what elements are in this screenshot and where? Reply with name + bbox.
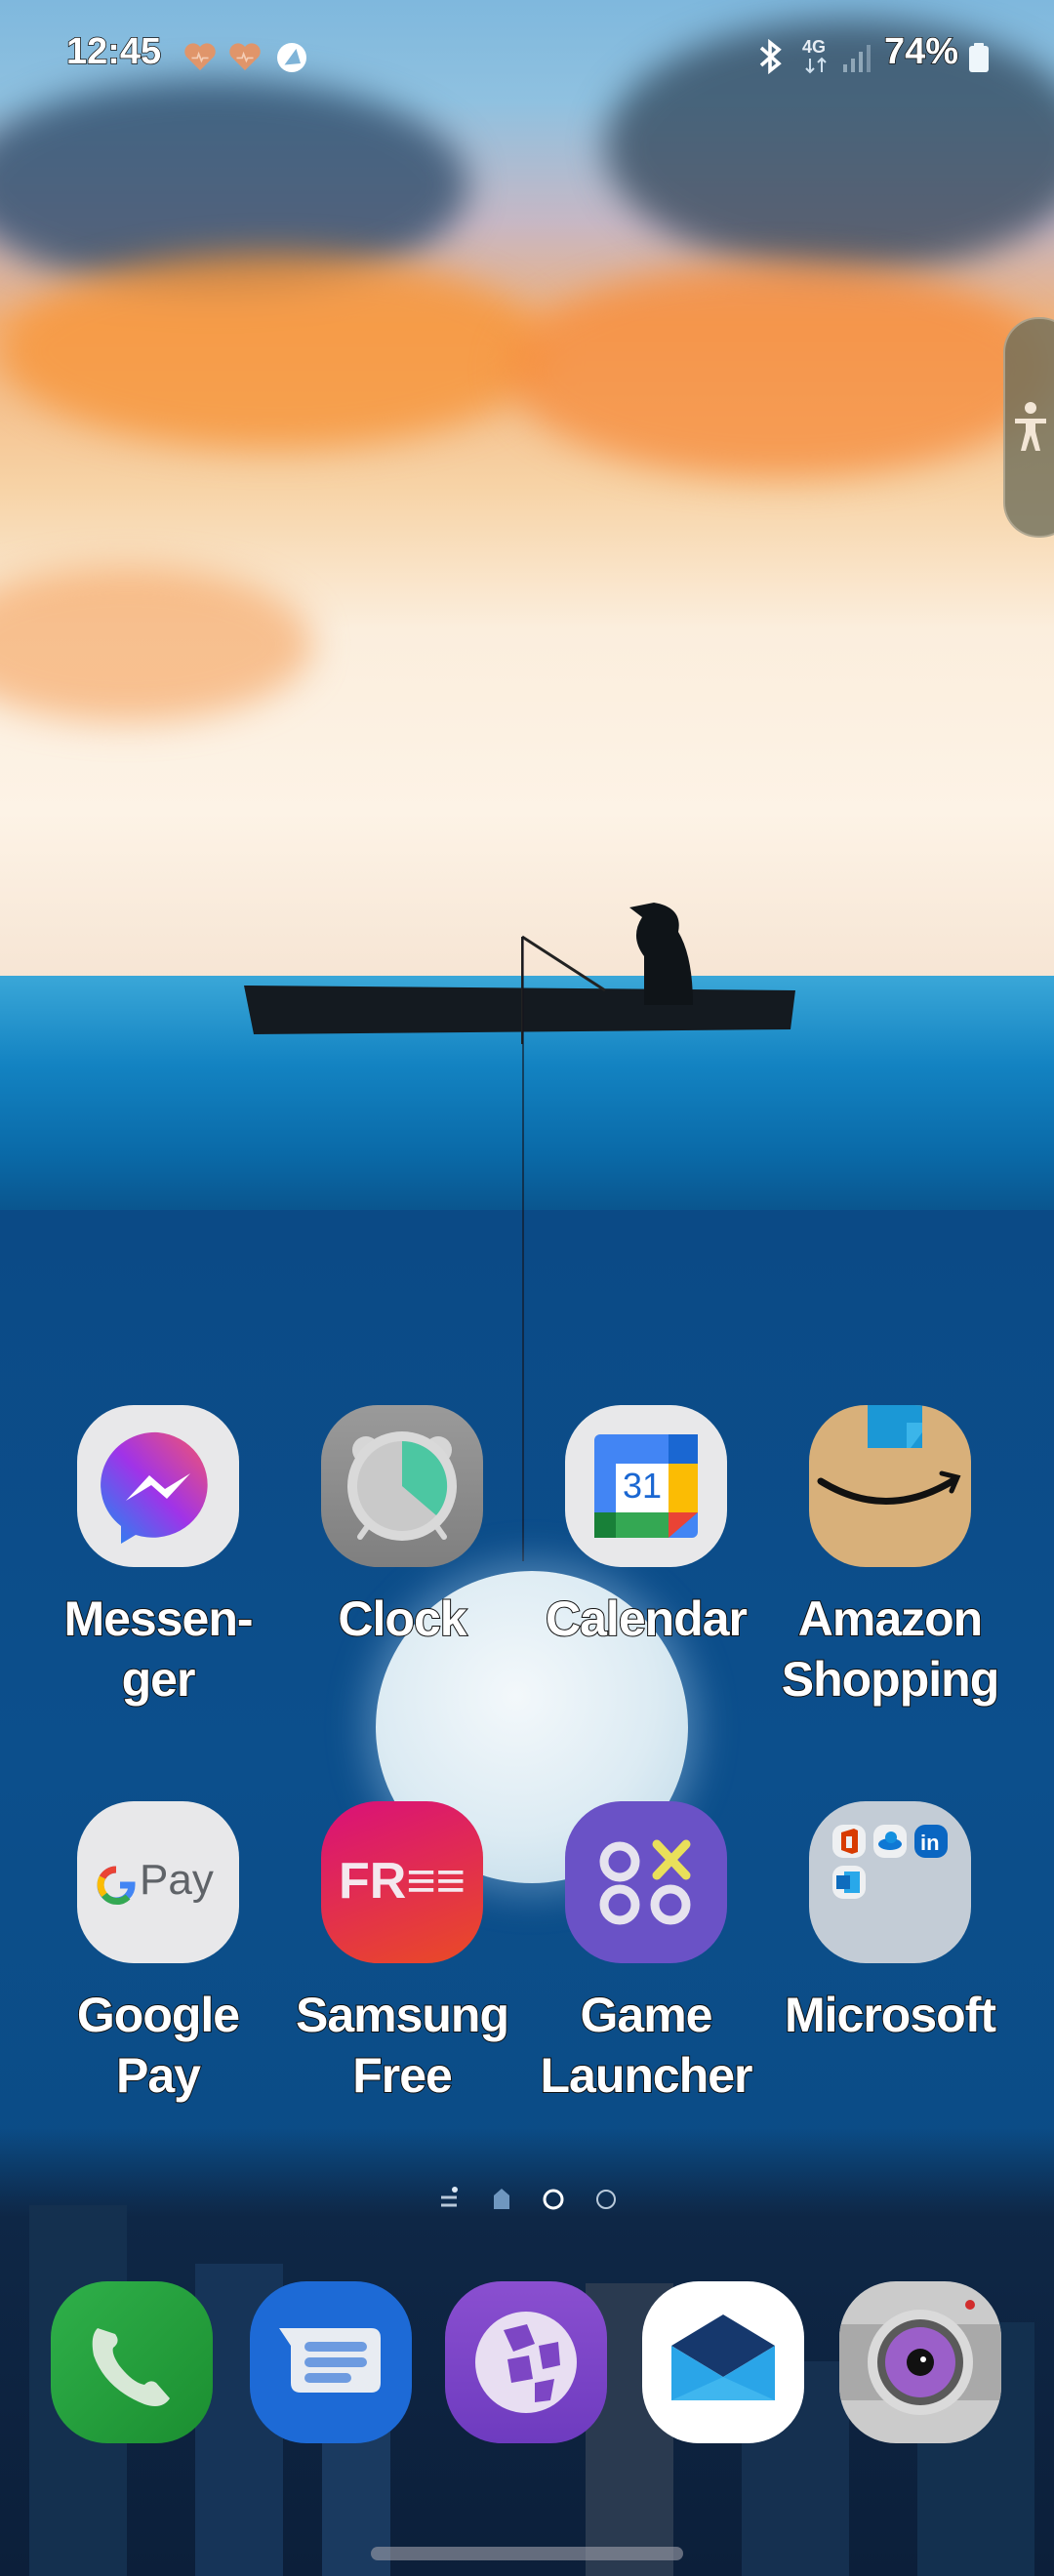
app-label: Game	[580, 1987, 714, 2043]
feed-page-indicator[interactable]	[441, 2187, 458, 2207]
app-messenger[interactable]: Messen-ger	[36, 1405, 280, 1710]
app-samsung-free[interactable]: FR≡≡ Samsung Free	[280, 1801, 524, 2106]
app-amazon-shopping[interactable]: Amazon Shopping	[768, 1405, 1012, 1710]
gpay-text: Pay	[140, 1856, 214, 1904]
page-indicator[interactable]	[429, 2174, 625, 2213]
app-notification-icon	[277, 43, 306, 72]
app-label: Microsoft	[784, 1987, 997, 2043]
app-label-line2: Pay	[115, 2047, 202, 2104]
samsung-free-icon: FR≡≡	[321, 1801, 483, 1963]
app-calendar[interactable]: 31 Calendar	[524, 1405, 768, 1649]
dock-messages[interactable]	[250, 2281, 412, 2443]
data-activity-icon	[805, 57, 827, 74]
dock-internet[interactable]	[445, 2281, 607, 2443]
calendar-day: 31	[622, 1466, 663, 1506]
app-label: Google	[76, 1987, 241, 2043]
status-bar: 12:45 4G 74%	[0, 0, 1054, 107]
app-label: Messen-	[62, 1590, 254, 1647]
app-label-line2: ger	[121, 1651, 197, 1708]
messages-icon	[279, 2328, 381, 2393]
app-label-line2: Launcher	[539, 2047, 753, 2104]
network-type: 4G	[802, 37, 827, 57]
wallpaper-cloud	[507, 263, 1054, 478]
health-heart-icon	[184, 43, 216, 71]
samsung-free-logo: FR≡≡	[339, 1853, 466, 1910]
page-dot-current	[543, 2189, 564, 2210]
accessibility-icon	[1015, 402, 1046, 451]
battery-percent: 74%	[883, 30, 959, 73]
health-heart-icon	[229, 43, 261, 71]
amazon-icon	[809, 1405, 971, 1567]
calendar-icon: 31	[565, 1405, 727, 1567]
bluetooth-icon	[759, 39, 782, 74]
app-label-line2: Shopping	[781, 1651, 1000, 1708]
phone-icon	[92, 2328, 170, 2406]
app-label: Calendar	[545, 1590, 749, 1647]
home-page-indicator	[494, 2189, 509, 2209]
wallpaper-cloud	[0, 254, 547, 449]
app-label: Clock	[337, 1590, 467, 1647]
app-game-launcher[interactable]: Game Launcher	[524, 1801, 768, 2106]
dock-email[interactable]	[642, 2281, 804, 2443]
battery-icon	[969, 43, 989, 72]
messenger-icon	[77, 1405, 239, 1567]
dock-camera[interactable]	[839, 2281, 1001, 2443]
dock-phone[interactable]	[51, 2281, 213, 2443]
gesture-navigation-bar[interactable]	[371, 2547, 683, 2560]
app-label: Amazon	[797, 1590, 984, 1647]
internet-icon	[475, 2312, 577, 2413]
boat-silhouette	[244, 903, 795, 1044]
camera-icon	[839, 2300, 1001, 2415]
folder-icon: in	[809, 1801, 971, 1963]
svg-text:in: in	[920, 1831, 940, 1855]
status-time: 12:45	[65, 30, 162, 73]
page-dot	[596, 2190, 616, 2209]
google-pay-icon: Pay	[77, 1801, 239, 1963]
app-label-line2: Free	[351, 2047, 454, 2104]
app-label: Samsung	[295, 1987, 510, 2043]
email-icon	[671, 2314, 775, 2400]
app-google-pay[interactable]: Pay Google Pay	[36, 1801, 280, 2106]
accessibility-button[interactable]	[1003, 317, 1054, 538]
folder-microsoft[interactable]: in Microsoft	[768, 1801, 1012, 2045]
clock-icon	[321, 1405, 483, 1567]
game-launcher-icon	[565, 1801, 727, 1963]
app-clock[interactable]: Clock	[280, 1405, 524, 1649]
signal-bars-icon	[843, 45, 871, 72]
